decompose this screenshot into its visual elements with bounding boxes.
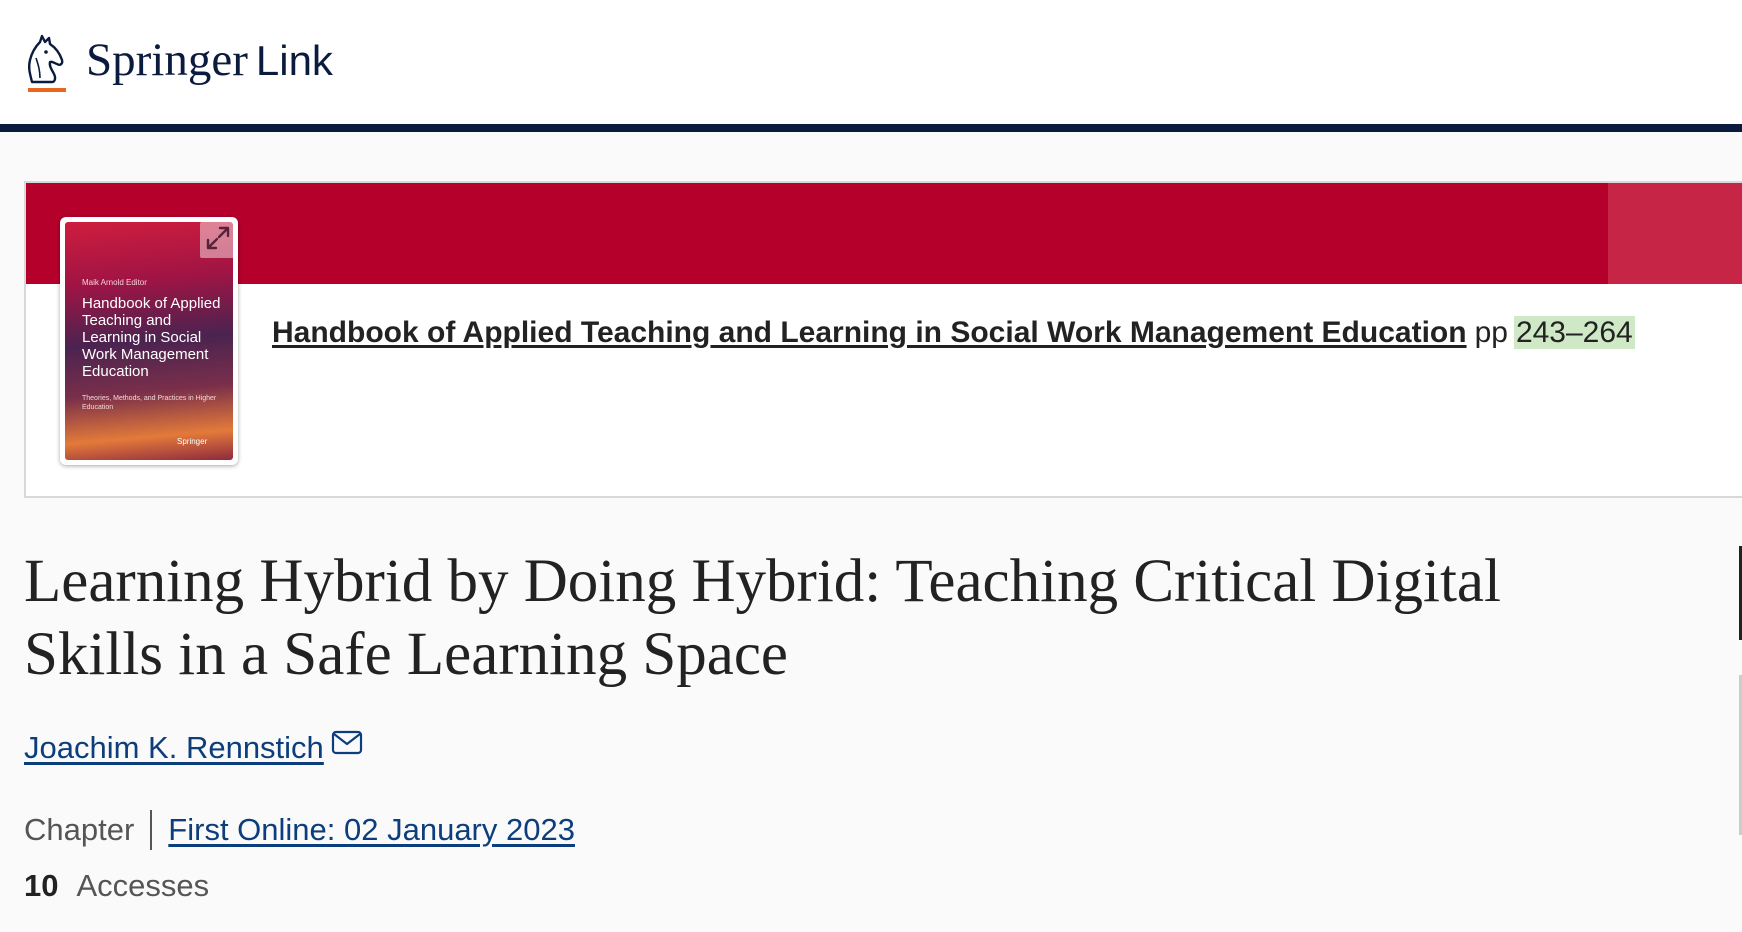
springer-horse-icon [22,34,74,96]
author-link[interactable]: Joachim K. Rennstich [24,730,324,766]
banner-color-band-edge [1608,183,1742,284]
first-online-link[interactable]: First Online: 02 January 2023 [168,812,575,848]
expand-cover-button[interactable] [200,222,236,258]
logo-product: Link [255,37,333,84]
meta-divider [150,810,153,850]
logo-brand: Springer [86,34,248,86]
access-metrics: 10 Accesses [24,868,209,904]
cover-title: Handbook of Applied Teaching and Learnin… [82,295,221,380]
cover-subtitle: Theories, Methods, and Practices in High… [82,395,217,411]
header-divider [0,124,1742,132]
book-banner: Maik Arnold Editor Handbook of Applied T… [24,181,1742,498]
author-list: Joachim K. Rennstich [24,730,363,766]
cover-editor: Maik Arnold Editor [82,278,147,287]
page-range: 243–264 [1513,316,1635,349]
book-cover[interactable]: Maik Arnold Editor Handbook of Applied T… [60,217,238,465]
accesses-count: 10 [24,868,59,903]
accesses-label: Accesses [76,868,210,903]
book-reference: Handbook of Applied Teaching and Learnin… [272,316,1635,350]
cover-publisher: Springer [177,437,208,446]
logo-wordmark: Springer Link [86,37,333,84]
envelope-icon[interactable] [331,728,363,764]
pages-prefix: pp [1474,316,1508,349]
springer-link-logo[interactable]: Springer Link [22,30,333,96]
chapter-title: Learning Hybrid by Doing Hybrid: Teachin… [24,548,1501,688]
site-header: Springer Link [0,0,1742,124]
book-title-link[interactable]: Handbook of Applied Teaching and Learnin… [272,316,1467,349]
banner-color-band [26,183,1742,284]
content-type: Chapter [24,812,135,847]
chapter-meta: Chapter First Online: 02 January 2023 [24,810,575,850]
expand-icon [205,225,231,256]
